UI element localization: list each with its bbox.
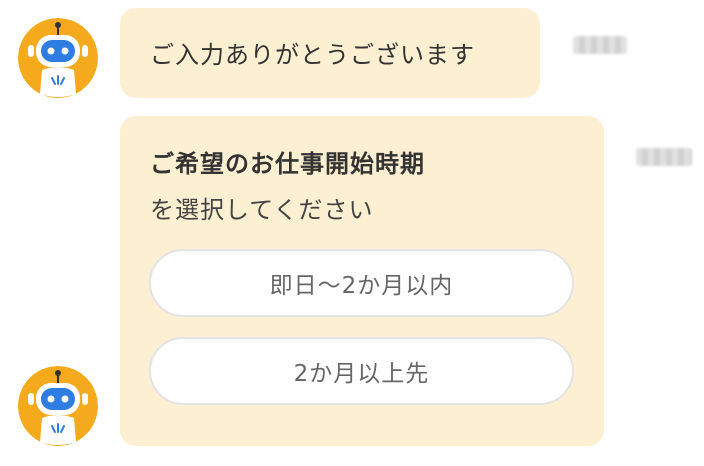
robot-icon [18, 18, 98, 98]
chat-page: ご入力ありがとうございます ご希望のお仕事開始時期 を選択してください 即日〜2… [0, 0, 704, 466]
bot-avatar [18, 366, 98, 446]
message-timestamp [573, 36, 627, 54]
message-text: ご入力ありがとうございます [150, 41, 475, 69]
question-subtitle: を選択してください [150, 196, 374, 224]
robot-icon [18, 366, 98, 446]
question-bubble: ご希望のお仕事開始時期 を選択してください 即日〜2か月以内 2か月以上先 [120, 116, 604, 446]
option-button-within-2-months[interactable]: 即日〜2か月以内 [149, 249, 574, 317]
message-timestamp [636, 148, 692, 166]
bot-avatar [18, 18, 98, 98]
message-bubble: ご入力ありがとうございます [120, 8, 540, 98]
option-button-over-2-months[interactable]: 2か月以上先 [149, 337, 574, 405]
question-title: ご希望のお仕事開始時期 [150, 150, 425, 178]
